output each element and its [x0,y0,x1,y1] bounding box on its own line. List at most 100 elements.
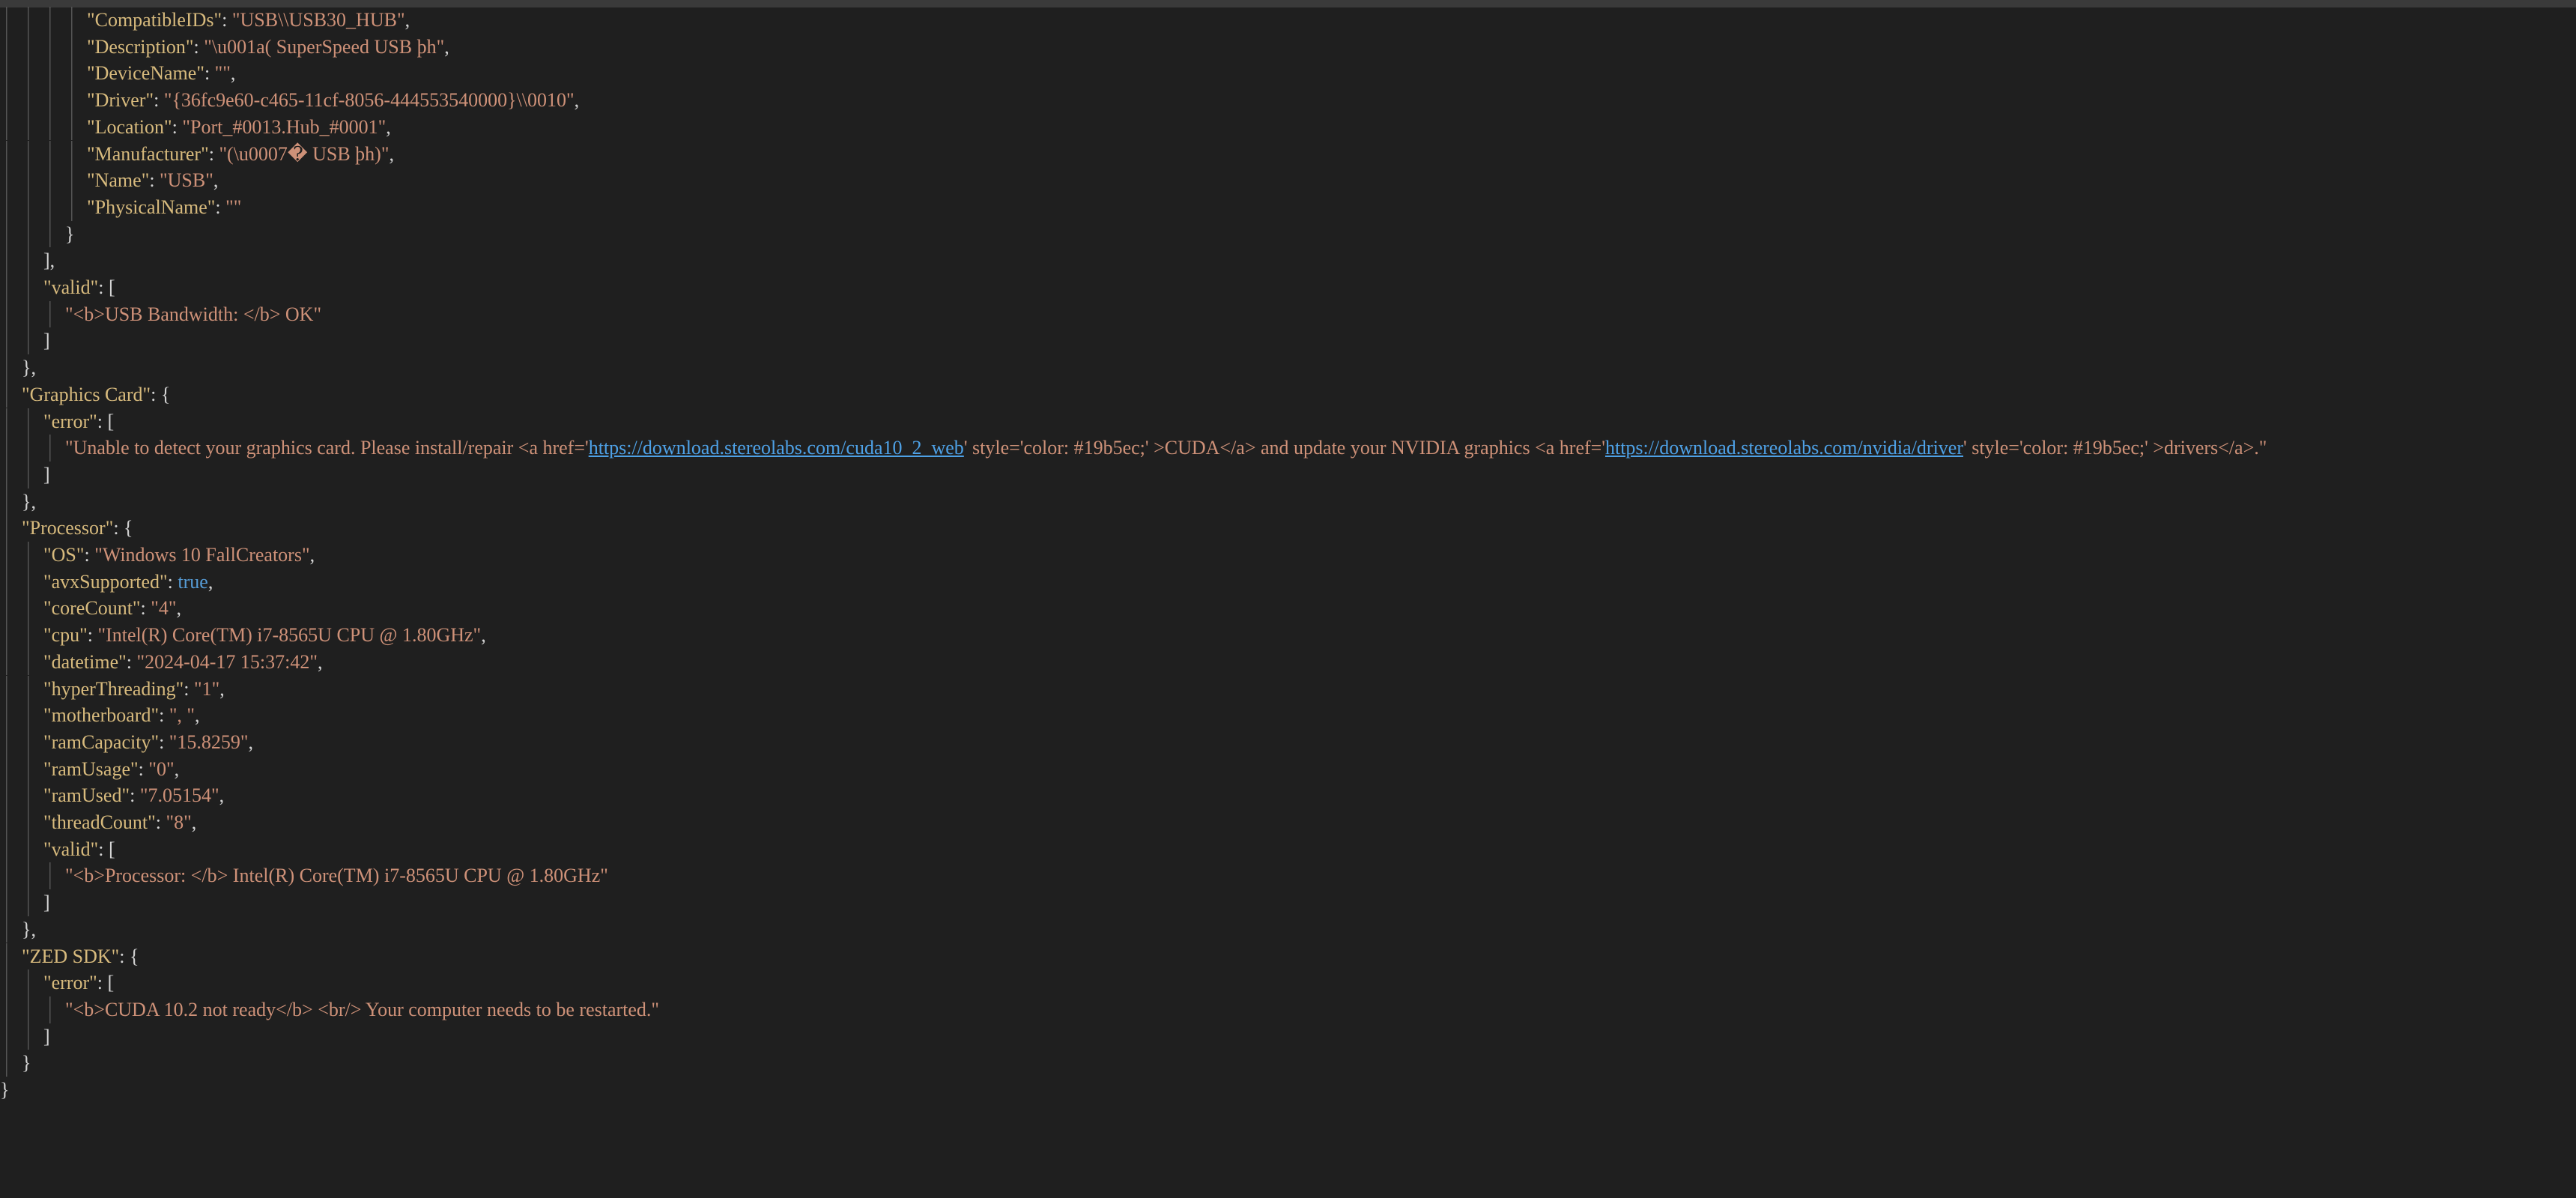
code-token: "<b>CUDA 10.2 not ready</b> <br/> Your c… [65,998,660,1020]
code-token: "OS" [43,544,85,566]
code-token: , [444,35,449,58]
code-token: : [154,89,164,112]
code-token: "(\u0007� USB þh)" [219,142,390,165]
indent-guide [0,7,22,34]
code-token: , [219,784,225,807]
code-token: "CompatibleIDs" [87,9,222,31]
code-token: "Windows 10 FallCreators" [94,544,310,566]
code-token: "hyperThreading" [43,677,184,700]
code-token: "coreCount" [43,597,141,620]
json-code-editor[interactable]: "CompatibleIDs": "USB\\USB30_HUB", "Descr… [0,7,2576,1198]
code-link[interactable]: https://download.stereolabs.com/nvidia/d… [1605,437,1963,459]
indent-guide [43,33,65,61]
code-token: : [ [97,410,115,432]
code-token: : [84,544,95,566]
indent-guide [22,755,43,783]
indent-guide [22,809,43,836]
indent-guide [22,140,43,168]
code-line: "<b>Processor: </b> Intel(R) Core(TM) i7… [0,862,608,890]
code-line: "DeviceName": "", [0,60,235,88]
indent-guide [0,675,22,703]
indent-guide [43,140,65,168]
indent-guide [0,327,22,355]
code-token: "datetime" [43,650,127,673]
code-token: "\u001a( SuperSpeed USB þh" [204,35,445,58]
code-token: "" [214,62,231,85]
code-link[interactable]: https://download.stereolabs.com/cuda10_2… [589,437,964,459]
indent-guide [22,300,43,328]
code-token: : [204,62,215,85]
indent-guide [0,835,22,863]
code-line: "<b>USB Bandwidth: </b> OK" [0,300,322,328]
code-token: ], [43,249,55,272]
indent-guide [0,996,22,1023]
code-token: "Graphics Card" [22,383,151,405]
code-line: "error": [ [0,969,114,996]
indent-guide [0,568,22,596]
code-token: : [138,757,149,780]
code-token: ' style='color: #19b5ec;' >CUDA</a> and … [963,437,1605,459]
code-line: "Description": "\u001a( SuperSpeed USB þ… [0,33,449,61]
indent-guide [43,7,65,34]
code-token: "7.05154" [139,784,219,807]
indent-guide [65,113,87,141]
indent-guide [0,408,22,435]
indent-guide [22,33,43,61]
code-token: , [386,115,391,138]
indent-guide [0,782,22,809]
indent-guide [22,247,43,274]
indent-guide [22,193,43,221]
code-line: "Processor": { [0,515,133,542]
code-token: "Unable to detect your graphics card. Pl… [65,437,589,459]
code-token: "Name" [87,169,150,192]
indent-guide [0,488,22,515]
code-line: "coreCount": "4", [0,595,182,623]
indent-guide [43,113,65,141]
code-token: true [178,570,208,593]
indent-guide [22,542,43,569]
code-token: : [193,35,204,58]
code-token: , [174,757,180,780]
code-line: "threadCount": "8", [0,809,196,836]
code-token: : [87,624,98,647]
code-token: : [126,650,137,673]
code-token: "error" [43,410,97,432]
indent-guide [0,515,22,542]
code-token: "Manufacturer" [87,142,209,165]
code-token: "15.8259" [169,730,249,753]
code-line: "<b>CUDA 10.2 not ready</b> <br/> Your c… [0,996,659,1023]
code-token: , [389,142,394,165]
indent-guide [43,435,65,462]
code-token: : [184,677,195,700]
indent-guide [0,381,22,408]
indent-guide [0,300,22,328]
indent-guide [0,140,22,168]
indent-guide [22,408,43,435]
indent-guide [43,862,65,890]
indent-guide [22,702,43,729]
indent-guide [43,220,65,248]
code-token: "<b>USB Bandwidth: </b> OK" [65,303,322,325]
code-line: }, [0,916,36,943]
code-token: ] [43,892,50,914]
code-token: "4" [151,597,177,620]
indent-guide [0,916,22,943]
code-token: , [176,597,182,620]
indent-guide [43,60,65,88]
code-line: }, [0,354,36,381]
indent-guide [22,862,43,890]
indent-guide [22,435,43,462]
indent-guide [65,87,87,114]
code-token: : [155,811,166,833]
code-token: "2024-04-17 15:37:42" [136,650,318,673]
indent-guide [65,193,87,221]
indent-guide [0,167,22,194]
code-line: } [0,1050,31,1077]
code-line: "valid": [ [0,835,115,863]
code-line: "Name": "USB", [0,167,218,194]
code-line: "avxSupported": true, [0,568,213,596]
code-token: : [ [98,838,115,860]
indent-guide [0,595,22,623]
code-token: } [65,223,75,245]
indent-guide [22,113,43,141]
